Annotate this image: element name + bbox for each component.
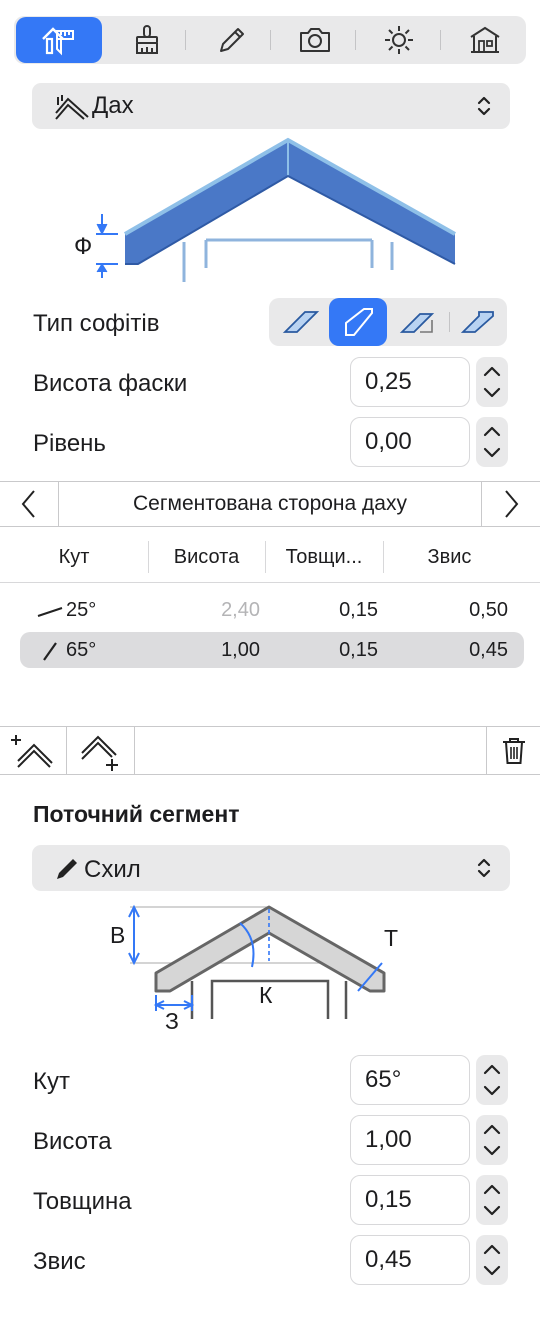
previous-side-button[interactable] [0, 482, 58, 526]
height-label: Висота [33, 1128, 112, 1155]
overhang-field[interactable]: 0,45 [350, 1235, 470, 1285]
chevron-left-icon [21, 490, 35, 518]
shallow-slope-icon [37, 607, 63, 617]
pencil-icon [220, 28, 244, 52]
add-segment-above-icon [11, 734, 53, 768]
chevron-up-down-icon [477, 96, 491, 116]
cell-height: 2,40 [221, 598, 260, 621]
overhang-dimension-label: З [165, 1008, 179, 1034]
tool-tabbar [14, 16, 526, 64]
segment-type-label: Схил [84, 856, 141, 883]
delete-segment-button[interactable] [486, 727, 540, 774]
brush-icon [136, 25, 158, 54]
light-tab[interactable] [368, 16, 430, 64]
thickness-label: Товщина [33, 1188, 132, 1215]
level-label: Рівень [33, 430, 106, 457]
thickness-dimension-label: Т [384, 925, 399, 951]
column-header-height[interactable]: Висота [148, 542, 265, 572]
roof-structure-icon [42, 27, 74, 56]
thickness-stepper[interactable] [476, 1175, 508, 1225]
steep-slope-icon [43, 642, 57, 661]
height-stepper[interactable] [476, 1115, 508, 1165]
camera-icon [300, 28, 330, 52]
house-icon [470, 26, 500, 53]
height-field[interactable]: 1,00 [350, 1115, 470, 1165]
current-segment-title: Поточний сегмент [33, 801, 240, 827]
table-row[interactable]: 25° 2,40 0,15 0,50 [20, 592, 524, 628]
object-type-popup[interactable]: Дах [32, 83, 510, 129]
camera-tab[interactable] [284, 16, 346, 64]
soffit-type-2-icon [345, 308, 373, 336]
column-header-overhang[interactable]: Звис [383, 542, 516, 572]
height-dimension-label: В [110, 922, 126, 948]
header-divider [0, 582, 540, 583]
stepper-arrows-icon [483, 1184, 501, 1216]
angle-dimension-label: К [259, 982, 273, 1008]
roof-side-navigator: Сегментована сторона даху [0, 481, 540, 527]
soffit-type-1-icon [282, 311, 320, 333]
stepper-arrows-icon [483, 1244, 501, 1276]
building-tab[interactable] [454, 16, 516, 64]
angle-label: Кут [33, 1068, 70, 1095]
add-segment-above-button[interactable] [0, 727, 67, 774]
overhang-label: Звис [33, 1248, 86, 1275]
sun-icon [385, 26, 413, 54]
stepper-arrows-icon [483, 1064, 501, 1096]
edit-tab[interactable] [200, 16, 262, 64]
stepper-arrows-icon [483, 426, 501, 458]
segment-actions-bar [0, 726, 540, 775]
soffit-type-1-button[interactable] [273, 298, 329, 346]
slope-pencil-icon [57, 859, 77, 879]
soffit-type-4-icon [460, 311, 494, 333]
table-row[interactable]: 65° 1,00 0,15 0,45 [20, 632, 524, 668]
cell-thickness: 0,15 [339, 598, 378, 621]
next-side-button[interactable] [482, 482, 540, 526]
roof-side-title: Сегментована сторона даху [58, 482, 482, 526]
soffit-type-3-icon [399, 313, 435, 333]
chevron-right-icon [505, 490, 519, 518]
stepper-arrows-icon [483, 1124, 501, 1156]
soffit-type-3-button[interactable] [389, 298, 447, 346]
fascia-dimension-label: Ф [74, 233, 93, 260]
fascia-height-field[interactable]: 0,25 [350, 357, 470, 407]
segment-diagram [128, 904, 386, 1019]
overhang-stepper[interactable] [476, 1235, 508, 1285]
angle-field[interactable]: 65° [350, 1055, 470, 1105]
soffit-type-2-button[interactable] [329, 298, 387, 346]
soffit-type-label: Тип софітів [33, 310, 160, 337]
add-segment-below-button[interactable] [67, 727, 135, 774]
stepper-arrows-icon [483, 366, 501, 398]
level-field[interactable]: 0,00 [350, 417, 470, 467]
column-header-thickness[interactable]: Товщи... [265, 542, 383, 572]
fascia-height-stepper[interactable] [476, 357, 508, 407]
cell-angle: 65° [66, 638, 97, 661]
trash-icon [502, 737, 525, 764]
thickness-field[interactable]: 0,15 [350, 1175, 470, 1225]
cell-height: 1,00 [221, 638, 260, 661]
cell-overhang: 0,45 [469, 638, 508, 661]
chevron-up-down-icon [477, 858, 491, 878]
cell-thickness: 0,15 [339, 638, 378, 661]
appearance-tab[interactable] [116, 16, 178, 64]
fascia-height-label: Висота фаски [33, 370, 188, 397]
object-type-label: Дах [92, 92, 134, 119]
roof-profile-diagram [96, 137, 456, 282]
level-stepper[interactable] [476, 417, 508, 467]
soffit-type-4-button[interactable] [451, 298, 507, 346]
column-header-angle[interactable]: Кут [0, 542, 148, 572]
structure-tab[interactable] [16, 17, 102, 63]
cell-angle: 25° [66, 598, 97, 621]
cell-overhang: 0,50 [469, 598, 508, 621]
angle-stepper[interactable] [476, 1055, 508, 1105]
soffit-type-segmented-control [269, 298, 507, 346]
roof-icon [55, 95, 89, 120]
segment-type-popup[interactable]: Схил [32, 845, 510, 891]
add-segment-below-icon [80, 735, 118, 771]
